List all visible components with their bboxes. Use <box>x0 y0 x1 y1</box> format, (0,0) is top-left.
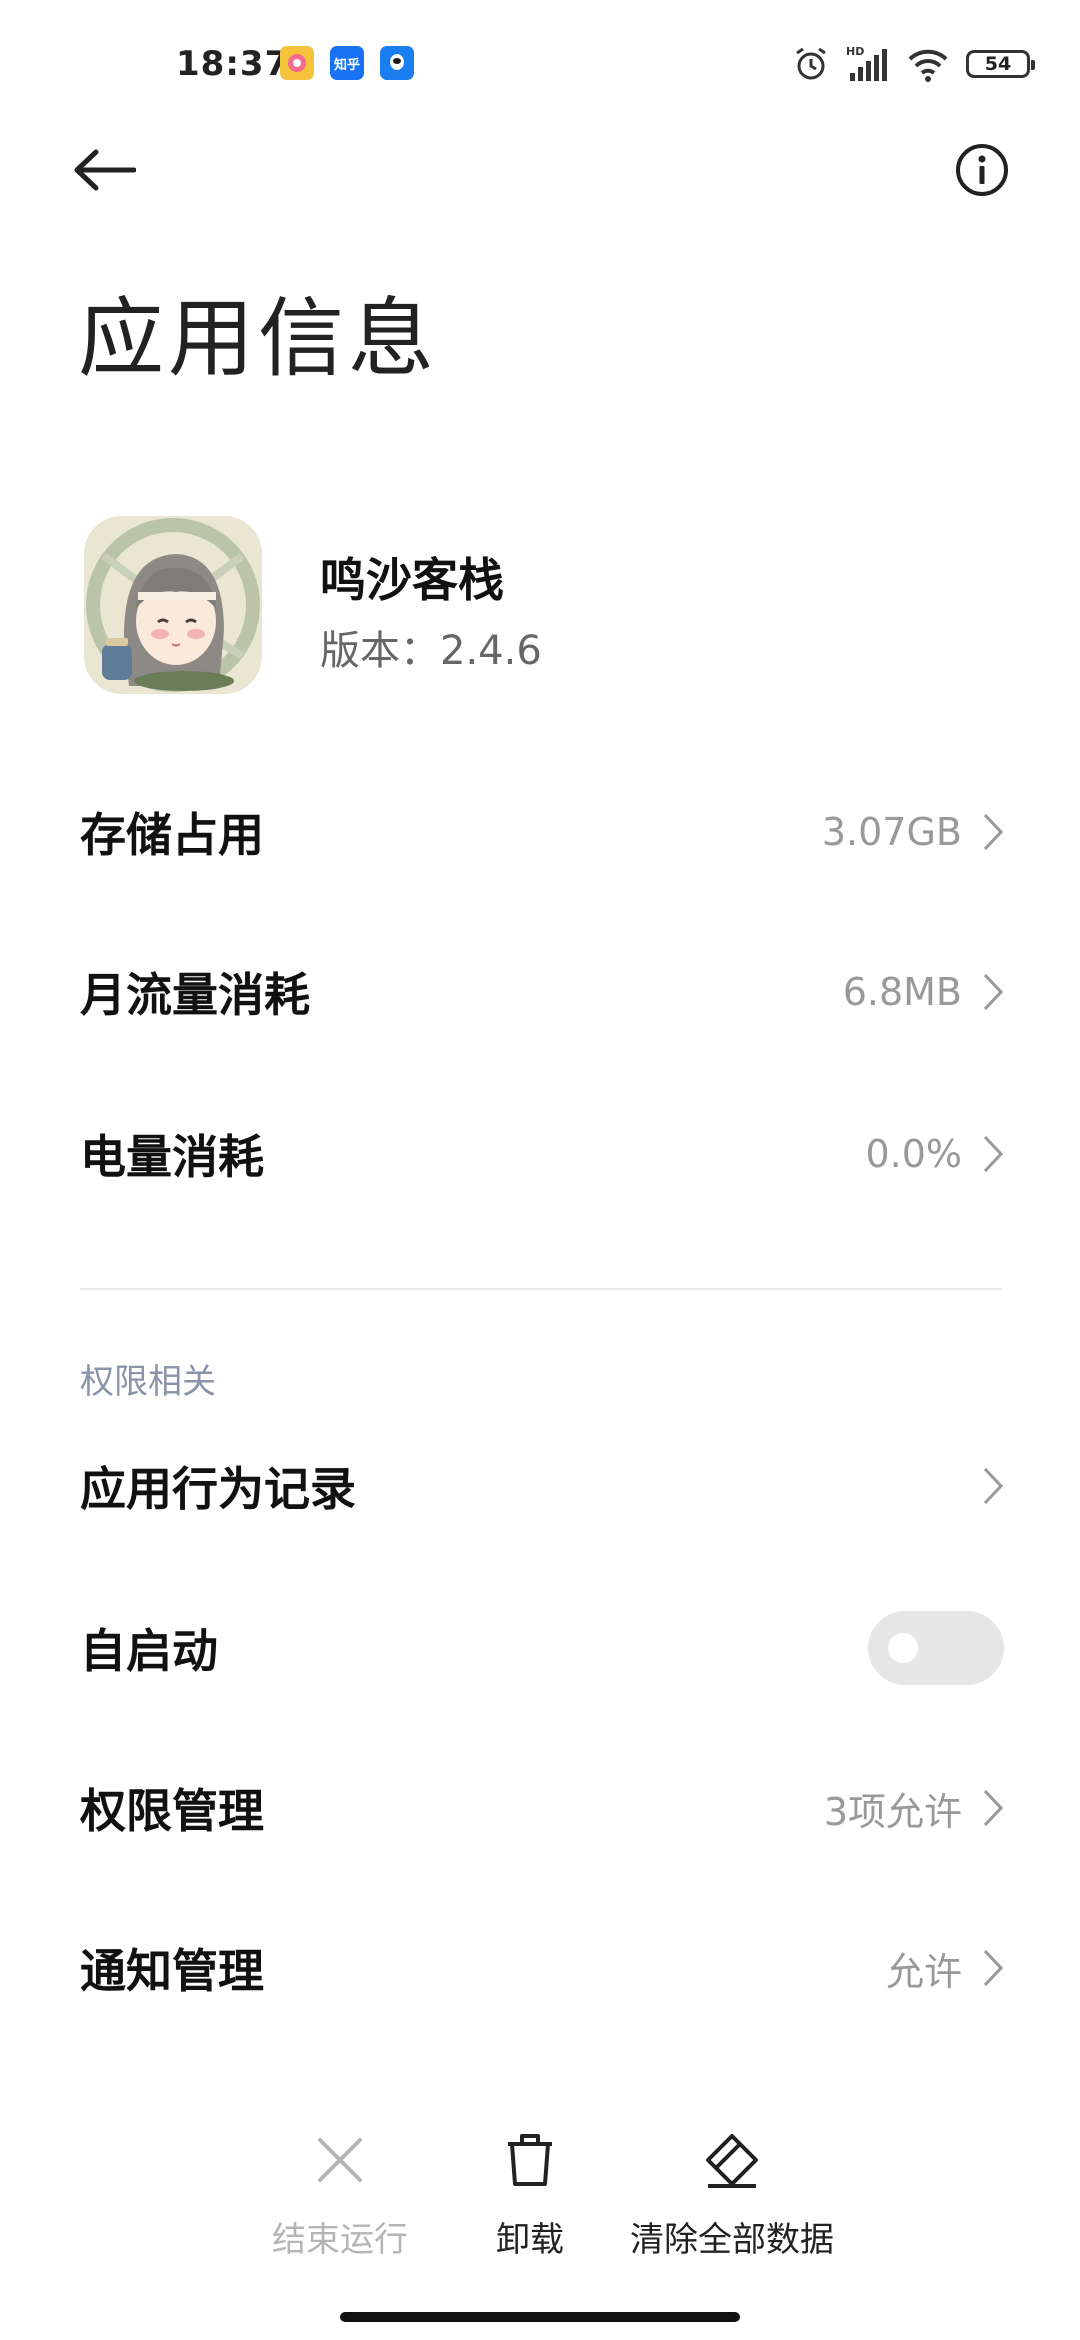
clear-data-button[interactable]: 清除全部数据 <box>630 2130 834 2261</box>
chevron-right-icon <box>983 1789 1004 1827</box>
status-bar: 18:37 知乎 HD 54 <box>0 0 1080 130</box>
signal-icon: HD <box>846 45 887 81</box>
wifi-icon <box>908 49 948 82</box>
eraser-icon <box>706 2134 758 2188</box>
meitu-icon <box>280 46 314 80</box>
uninstall-label: 卸载 <box>496 2220 564 2260</box>
app-version: 版本：2.4.6 <box>320 628 542 674</box>
back-arrow-icon <box>74 149 136 191</box>
system-icons: HD 54 <box>792 44 1035 84</box>
permission-manage-row[interactable]: 权限管理 3项允许 <box>80 1748 1004 1868</box>
battery-usage-row[interactable]: 电量消耗 0.0% <box>80 1094 1004 1214</box>
divider <box>80 1288 1002 1290</box>
permission-manage-label: 权限管理 <box>80 1784 264 1838</box>
trash-icon <box>508 2134 552 2186</box>
autostart-toggle[interactable] <box>868 1611 1004 1685</box>
notification-manage-row[interactable]: 通知管理 允许 <box>80 1908 1004 2028</box>
force-stop-button[interactable]: 结束运行 <box>270 2130 410 2261</box>
zhihu-icon: 知乎 <box>330 46 364 80</box>
clear-data-label: 清除全部数据 <box>630 2220 834 2260</box>
chevron-right-icon <box>983 1949 1004 1987</box>
alarm-icon <box>796 47 826 80</box>
autostart-row: 自启动 <box>80 1588 1004 1708</box>
section-title-permissions: 权限相关 <box>80 1362 216 1402</box>
svg-text:HD: HD <box>846 45 864 58</box>
back-button[interactable] <box>72 140 144 200</box>
force-stop-label: 结束运行 <box>272 2220 408 2260</box>
chevron-right-icon <box>983 1135 1004 1173</box>
chevron-right-icon <box>983 813 1004 851</box>
chevron-right-icon <box>983 973 1004 1011</box>
info-icon <box>956 144 1008 196</box>
notification-manage-label: 通知管理 <box>80 1944 264 1998</box>
autostart-label: 自启动 <box>80 1624 218 1678</box>
permission-manage-value: 3项允许 <box>823 1789 962 1834</box>
toggle-knob <box>888 1633 918 1663</box>
battery-usage-value: 0.0% <box>865 1132 962 1176</box>
battery-usage-label: 电量消耗 <box>80 1130 264 1184</box>
info-button[interactable] <box>954 142 1010 198</box>
notification-manage-value: 允许 <box>885 1949 962 1994</box>
home-indicator[interactable] <box>340 2312 740 2322</box>
traffic-label: 月流量消耗 <box>80 968 310 1022</box>
qq-icon <box>380 46 414 80</box>
app-behavior-row[interactable]: 应用行为记录 <box>80 1426 1004 1546</box>
app-icon <box>84 516 262 694</box>
app-behavior-label: 应用行为记录 <box>80 1462 356 1516</box>
close-icon <box>318 2138 362 2182</box>
battery-icon: 54 <box>966 50 1035 78</box>
uninstall-button[interactable]: 卸载 <box>470 2130 590 2261</box>
traffic-row[interactable]: 月流量消耗 6.8MB <box>80 932 1004 1052</box>
status-time: 18:37 <box>176 44 290 84</box>
page-title: 应用信息 <box>78 289 438 389</box>
storage-label: 存储占用 <box>80 808 264 862</box>
chevron-right-icon <box>983 1467 1004 1505</box>
storage-value: 3.07GB <box>821 810 962 854</box>
app-name: 鸣沙客栈 <box>320 553 504 607</box>
traffic-value: 6.8MB <box>842 970 962 1014</box>
storage-row[interactable]: 存储占用 3.07GB <box>80 772 1004 892</box>
